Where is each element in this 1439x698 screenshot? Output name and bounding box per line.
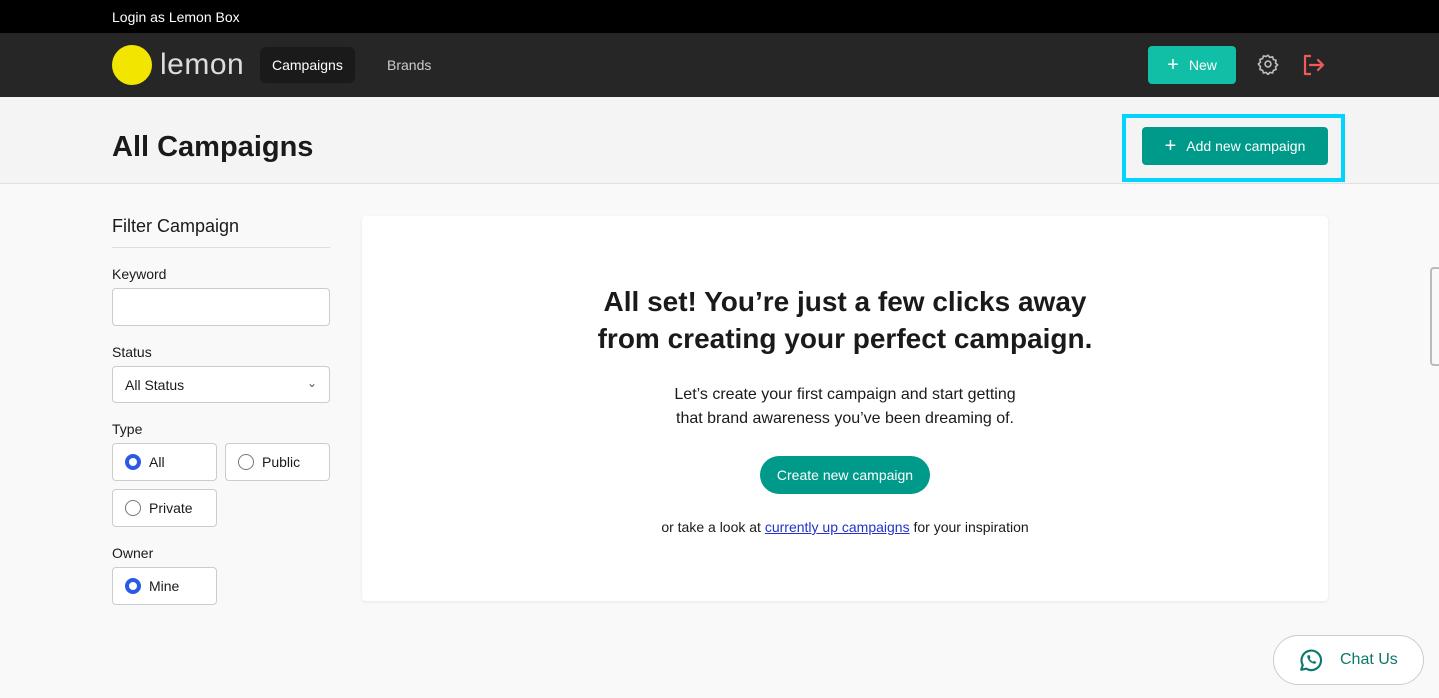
filter-title: Filter Campaign — [112, 216, 330, 248]
heading-line: from creating your perfect campaign. — [597, 323, 1093, 354]
login-text: Login as Lemon Box — [112, 9, 240, 25]
currently-up-campaigns-link[interactable]: currently up campaigns — [765, 519, 910, 535]
add-new-campaign-button[interactable]: + Add new campaign — [1142, 127, 1328, 165]
owner-label: Owner — [112, 545, 154, 561]
nav-campaigns[interactable]: Campaigns — [260, 47, 355, 83]
filter-panel: Filter Campaign Keyword Status All Statu… — [112, 216, 330, 605]
login-banner: Login as Lemon Box — [0, 0, 1439, 33]
create-new-campaign-button[interactable]: Create new campaign — [759, 456, 931, 494]
heading-line: All set! You’re just a few clicks away — [603, 286, 1087, 317]
inspiration-text: or take a look at currently up campaigns… — [362, 519, 1328, 535]
status-label: Status — [112, 344, 152, 360]
radio-label: Private — [149, 500, 193, 516]
status-select[interactable]: All Status ⌄ — [112, 366, 330, 403]
sub-line: that brand awareness you’ve been dreamin… — [676, 410, 1014, 427]
navbar: lemon Campaigns Brands + New — [0, 33, 1439, 97]
page-header: All Campaigns + Add new campaign — [0, 97, 1439, 184]
type-public-radio[interactable]: Public — [225, 443, 330, 481]
keyword-input[interactable] — [112, 288, 330, 326]
whatsapp-icon — [1300, 649, 1323, 672]
owner-mine-radio[interactable]: Mine — [112, 567, 217, 605]
page-title: All Campaigns — [112, 131, 314, 163]
radio-checked-icon — [125, 454, 141, 470]
chat-label: Chat Us — [1340, 651, 1398, 668]
highlight-box: + Add new campaign — [1122, 114, 1345, 182]
nav-brands[interactable]: Brands — [375, 47, 443, 83]
status-value: All Status — [125, 377, 185, 393]
radio-unchecked-icon — [125, 500, 141, 516]
plus-icon: + — [1164, 134, 1177, 157]
radio-label: All — [149, 454, 165, 470]
keyword-label: Keyword — [112, 266, 167, 282]
side-tab-handle[interactable] — [1430, 267, 1439, 366]
type-all-radio[interactable]: All — [112, 443, 217, 481]
empty-state-card: All set! You’re just a few clicks away fr… — [362, 216, 1328, 601]
ins-text: for your inspiration — [909, 519, 1029, 535]
type-private-radio[interactable]: Private — [112, 489, 217, 527]
empty-heading: All set! You’re just a few clicks away fr… — [362, 283, 1328, 357]
logo-circle — [112, 45, 152, 85]
gear-icon[interactable] — [1257, 53, 1279, 75]
empty-subtext: Let’s create your first campaign and sta… — [362, 383, 1328, 431]
add-label: Add new campaign — [1186, 138, 1306, 154]
chat-us-button[interactable]: Chat Us — [1273, 635, 1424, 685]
radio-unchecked-icon — [238, 454, 254, 470]
plus-icon: + — [1167, 53, 1179, 76]
new-button[interactable]: + New — [1148, 46, 1236, 84]
radio-label: Public — [262, 454, 301, 470]
chevron-down-icon: ⌄ — [306, 376, 317, 390]
new-label: New — [1188, 57, 1217, 73]
logo-text: lemon — [160, 48, 245, 81]
logo[interactable]: lemon — [112, 45, 244, 85]
logout-icon[interactable] — [1301, 53, 1325, 77]
type-label: Type — [112, 421, 143, 437]
radio-checked-icon — [125, 578, 141, 594]
sub-line: Let’s create your first campaign and sta… — [674, 386, 1016, 403]
radio-label: Mine — [149, 578, 180, 594]
ins-text: or take a look at — [661, 519, 765, 535]
